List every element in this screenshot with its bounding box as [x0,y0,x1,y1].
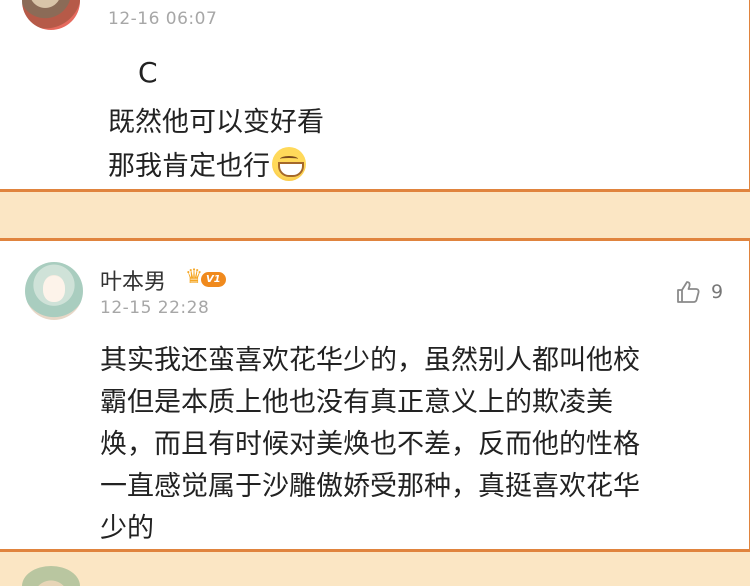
comment-timestamp: 12-16 06:07 [108,9,218,29]
comment-text: 那我肯定也行 [108,151,270,182]
avatar-face [43,276,65,302]
like-count: 9 [711,281,724,303]
vip-level-label: V1 [201,272,226,287]
next-comment-card [0,560,750,586]
comment-timestamp: 12-15 22:28 [100,298,210,318]
vip-crown-icon: ♛ [185,264,203,288]
comment-text-line: C [138,56,158,89]
comment-text-line: 霸但是本质上他也没有真正意义上的欺凌美 [100,387,613,418]
comment-text-line: 焕，而且有时候对美焕也不差，反而他的性格 [100,429,640,460]
comment-text-line: 既然他可以变好看 [108,107,324,138]
thumbs-up-icon [677,281,700,303]
username[interactable]: 叶本男 [100,264,166,296]
comment-text-line: 一直感觉属于沙雕傲娇受那种，真挺喜欢花华 [100,471,640,502]
comment-text-line: 那我肯定也行 [108,144,306,183]
comment-text-line: 其实我还蛮喜欢花华少的，虽然别人都叫他校 [100,345,640,376]
comment-text-line: 少的 [100,513,154,544]
vip-badge[interactable]: ♛ V1 [185,264,231,290]
avatar[interactable] [25,262,83,320]
grinning-face-emoji [272,147,306,181]
